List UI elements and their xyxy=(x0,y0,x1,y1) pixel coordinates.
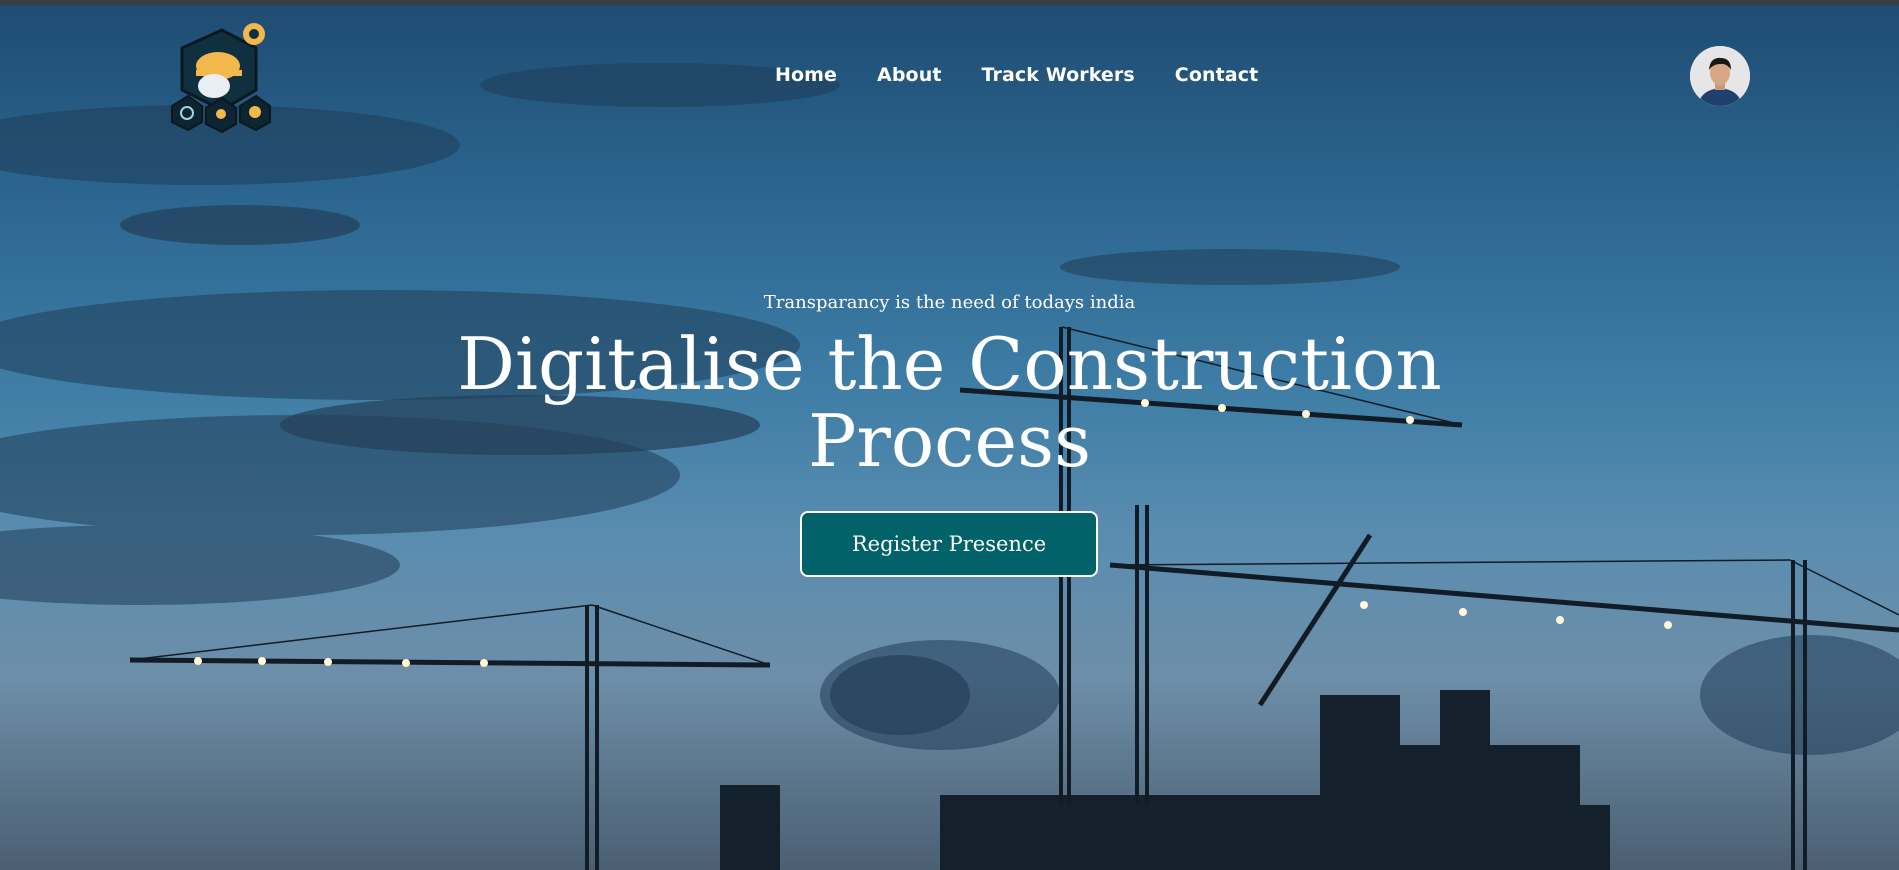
main-nav: Home About Track Workers Contact xyxy=(775,64,1258,86)
nav-about-link[interactable]: About xyxy=(877,64,941,86)
hero-title-line-1: Digitalise the Construction xyxy=(457,322,1442,406)
hero-title-line-2: Process xyxy=(807,399,1092,483)
hero-tagline: Transparancy is the need of todays india xyxy=(763,292,1136,313)
nav-home-link[interactable]: Home xyxy=(775,64,837,86)
user-avatar[interactable] xyxy=(1690,46,1750,106)
register-presence-button[interactable]: Register Presence xyxy=(800,511,1098,577)
hero-title: Digitalise the Construction Process xyxy=(450,326,1449,480)
nav-track-workers-link[interactable]: Track Workers xyxy=(982,64,1135,86)
window-top-strip xyxy=(0,0,1899,5)
logo-icon[interactable] xyxy=(168,18,278,138)
nav-contact-link[interactable]: Contact xyxy=(1175,64,1258,86)
